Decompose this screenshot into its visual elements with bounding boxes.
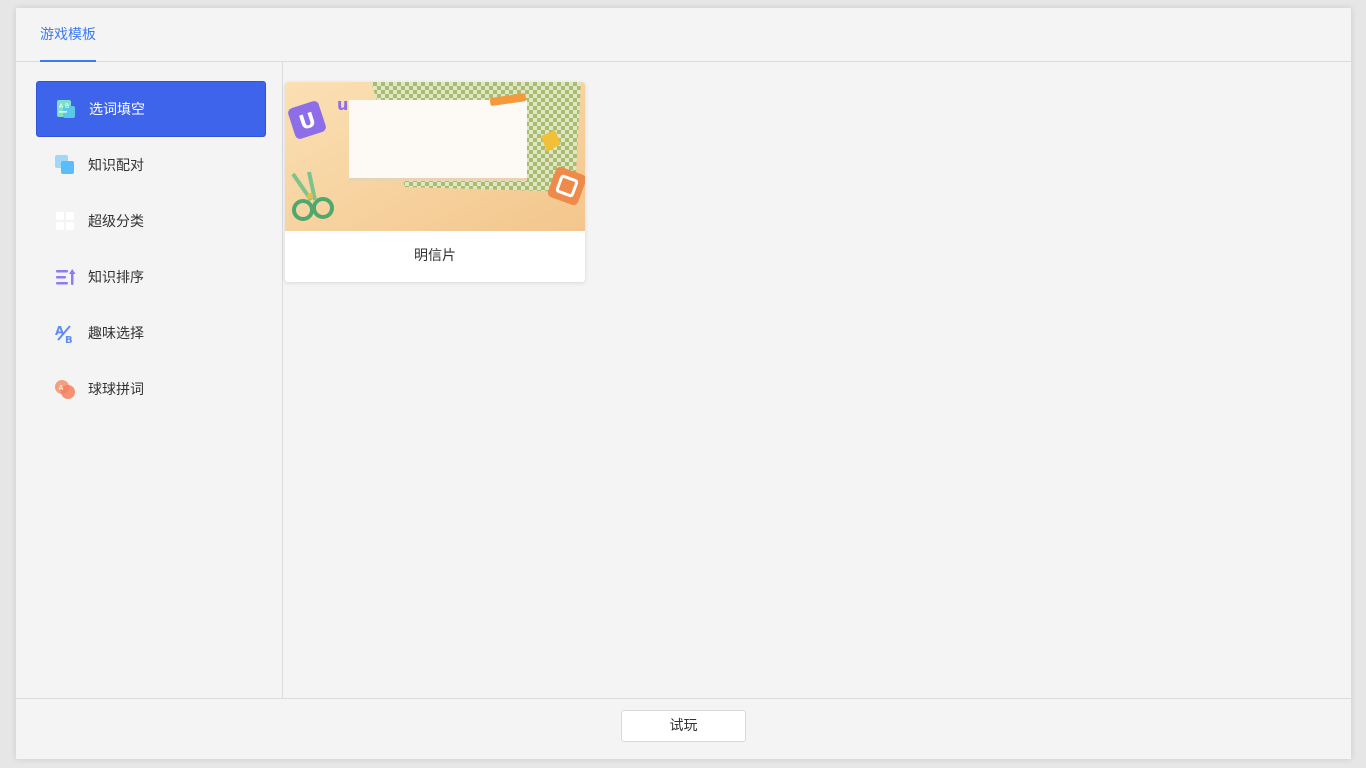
sidebar-item-label: 选词填空 <box>89 102 145 118</box>
template-list: U u 明信片 <box>284 62 1351 698</box>
sidebar-item-label: 知识配对 <box>88 158 144 174</box>
postcard-thumbnail: U u <box>285 82 585 231</box>
footer: 试玩 <box>16 698 1351 759</box>
ab-choice-icon: A B <box>54 322 76 344</box>
svg-text:A B: A B <box>59 103 69 110</box>
header: 游戏模板 <box>16 8 1351 62</box>
tab-game-templates[interactable]: 游戏模板 <box>40 8 96 62</box>
svg-text:A: A <box>59 384 64 392</box>
svg-text:A: A <box>55 324 65 338</box>
sidebar-item-label: 球球拼词 <box>88 382 144 398</box>
sidebar-item-matching[interactable]: 知识配对 <box>36 137 266 193</box>
template-card-title: 明信片 <box>414 248 456 264</box>
svg-text:u: u <box>337 95 348 114</box>
sidebar: A B 选词填空 知识配对 超级分类 知识排序 A B 趣味选择 A 球球拼词 <box>16 62 283 698</box>
svg-text:B: B <box>65 335 73 344</box>
template-card-postcard[interactable]: U u 明信片 <box>285 82 585 282</box>
sidebar-item-label: 趣味选择 <box>88 326 144 342</box>
matching-icon <box>54 154 76 176</box>
sort-list-icon <box>54 266 76 288</box>
try-play-button[interactable]: 试玩 <box>621 710 746 742</box>
game-template-window: 游戏模板 A B 选词填空 知识配对 超级分类 知识排序 A B 趣味选择 A … <box>16 8 1351 759</box>
sidebar-item-label: 知识排序 <box>88 270 144 286</box>
sidebar-item-fill-blank[interactable]: A B 选词填空 <box>36 81 266 137</box>
sidebar-item-label: 超级分类 <box>88 214 144 230</box>
sidebar-item-choice[interactable]: A B 趣味选择 <box>36 305 266 361</box>
fill-blank-icon: A B <box>55 98 77 120</box>
grid-classify-icon <box>54 210 76 232</box>
sidebar-item-classify[interactable]: 超级分类 <box>36 193 266 249</box>
bubble-spell-icon: A <box>54 378 76 400</box>
sidebar-item-sort[interactable]: 知识排序 <box>36 249 266 305</box>
sidebar-item-spell[interactable]: A 球球拼词 <box>36 361 266 417</box>
